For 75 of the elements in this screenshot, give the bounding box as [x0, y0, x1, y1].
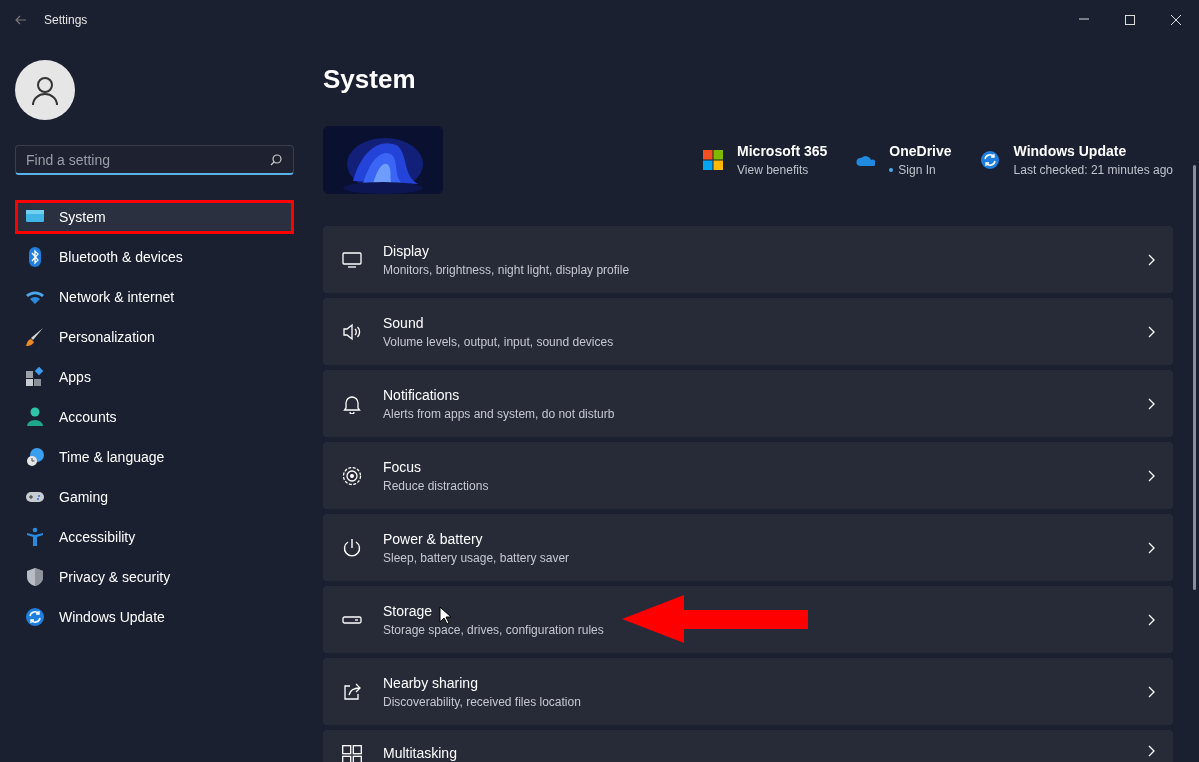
- sidebar-item[interactable]: Windows Update: [15, 600, 294, 634]
- chevron-icon: [1148, 685, 1155, 698]
- settings-card[interactable]: Power & battery Sleep, battery usage, battery saver: [323, 514, 1173, 581]
- card-title: Multitasking: [383, 745, 457, 761]
- power-icon: [342, 537, 362, 558]
- scrollbar[interactable]: [1193, 165, 1196, 590]
- chevron-icon: [1148, 469, 1155, 482]
- monitor-icon: [342, 249, 362, 270]
- card-title: Power & battery: [383, 530, 483, 547]
- card-subtitle: Monitors, brightness, night light, display profile: [383, 262, 630, 277]
- page-title: System: [323, 63, 416, 96]
- accessibility-icon: [25, 527, 45, 547]
- card-subtitle: Volume levels, output, input, sound devices: [383, 334, 614, 349]
- card-title: Display: [383, 242, 429, 259]
- chevron-icon: [1148, 325, 1155, 338]
- search-field[interactable]: Find a setting: [15, 145, 294, 175]
- service-title[interactable]: OneDrive: [889, 143, 952, 159]
- settings-card[interactable]: Nearby sharing Discoverability, received files location: [323, 658, 1173, 725]
- settings-card[interactable]: Multitasking: [323, 730, 1173, 762]
- service-subtitle: Sign In: [898, 163, 936, 177]
- service-subtitle: Last checked: 21 minutes ago: [1013, 163, 1173, 177]
- chevron-icon: [1148, 397, 1155, 410]
- card-subtitle: Sleep, battery usage, battery saver: [383, 550, 570, 565]
- service-title[interactable]: Microsoft 365: [737, 143, 828, 159]
- window-title: Settings: [44, 13, 88, 27]
- service-title[interactable]: Windows Update: [1013, 143, 1173, 159]
- card-subtitle: Discoverability, received files location: [383, 694, 581, 709]
- sync-icon: [979, 150, 1000, 170]
- chevron-icon: [1148, 253, 1155, 266]
- person-icon: [25, 407, 45, 427]
- settings-card[interactable]: Sound Volume levels, output, input, sound devices: [323, 298, 1173, 365]
- card-title: Focus: [383, 458, 422, 475]
- shield-icon: [25, 567, 45, 587]
- settings-card[interactable]: Display Monitors, brightness, night light, display profile: [323, 226, 1173, 293]
- card-subtitle: Storage space, drives, configuration rules: [383, 622, 604, 637]
- windows-icon: [342, 745, 362, 762]
- cloud-icon: [855, 153, 876, 167]
- sidebar-item[interactable]: System: [15, 200, 294, 234]
- sidebar-item[interactable]: Gaming: [15, 480, 294, 514]
- chevron-icon: [1148, 745, 1155, 757]
- share-icon: [342, 681, 362, 702]
- sync-icon: [25, 607, 45, 627]
- card-title: Notifications: [383, 386, 460, 403]
- settings-card[interactable]: Notifications Alerts from apps and system, do not disturb: [323, 370, 1173, 437]
- sidebar-item[interactable]: Accessibility: [15, 520, 294, 554]
- card-title: Storage: [383, 602, 433, 619]
- sidebar-item[interactable]: Bluetooth & devices: [15, 240, 294, 274]
- sidebar-item[interactable]: Network & internet: [15, 280, 294, 314]
- apps-icon: [25, 367, 45, 387]
- back-icon[interactable]: [14, 15, 28, 25]
- settings-card[interactable]: Storage Storage space, drives, configuration rules: [323, 586, 1173, 653]
- chevron-icon: [1148, 541, 1155, 554]
- sidebar-item[interactable]: Personalization: [15, 320, 294, 354]
- bell-icon: [342, 393, 362, 414]
- person-icon: [30, 74, 60, 106]
- card-subtitle: Reduce distractions: [383, 478, 489, 493]
- service-subtitle: View benefits: [737, 163, 809, 177]
- settings-card[interactable]: Focus Reduce distractions: [323, 442, 1173, 509]
- brush-icon: [25, 327, 45, 347]
- globe-clock-icon: [25, 447, 45, 467]
- card-title: Sound: [383, 314, 424, 331]
- card-subtitle: Alerts from apps and system, do not disturb: [383, 406, 615, 421]
- chevron-icon: [1148, 613, 1155, 626]
- four-squares-icon: [703, 150, 724, 170]
- search-icon: [270, 154, 282, 166]
- sidebar-item[interactable]: Apps: [15, 360, 294, 394]
- sidebar-item[interactable]: Privacy & security: [15, 560, 294, 594]
- avatar[interactable]: [15, 60, 75, 120]
- status-dot: [889, 168, 894, 172]
- speaker-icon: [342, 321, 362, 342]
- focus-icon: [342, 465, 362, 486]
- sidebar-item[interactable]: Accounts: [15, 400, 294, 434]
- sidebar-item[interactable]: Time & language: [15, 440, 294, 474]
- card-title: Nearby sharing: [383, 674, 478, 691]
- cursor-icon: [439, 606, 453, 626]
